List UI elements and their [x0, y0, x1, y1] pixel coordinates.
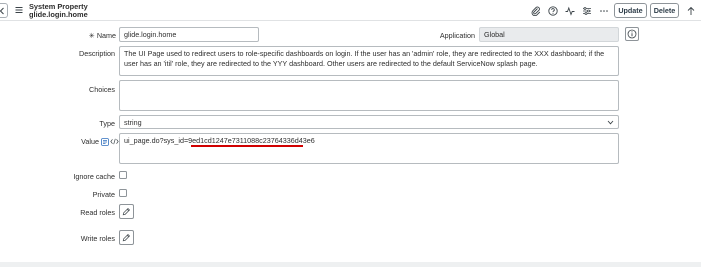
spellcheck-underline: [191, 145, 303, 147]
name-input[interactable]: glide.login.home: [119, 27, 259, 42]
application-label: Application: [439, 31, 475, 40]
choices-label: Choices: [89, 85, 115, 94]
back-button[interactable]: [0, 3, 8, 18]
pencil-icon: [122, 234, 130, 242]
field-variable-icon[interactable]: [100, 137, 109, 146]
write-roles-edit-button[interactable]: [119, 230, 134, 245]
ignore-cache-label: Ignore cache: [73, 172, 115, 181]
type-select[interactable]: string: [119, 115, 619, 129]
info-button[interactable]: [625, 27, 639, 41]
chevron-left-icon: [0, 7, 4, 14]
choices-textarea[interactable]: [119, 80, 619, 111]
settings-sliders-icon[interactable]: [581, 5, 592, 16]
help-icon[interactable]: [547, 5, 558, 16]
application-field: Global: [479, 27, 619, 42]
name-label-wrapper: ✳ Name: [86, 31, 116, 40]
delete-button[interactable]: Delete: [650, 3, 679, 18]
name-label: Name: [96, 31, 116, 40]
paperclip-icon[interactable]: [530, 5, 541, 16]
required-icon: ✳: [88, 31, 95, 40]
write-roles-label: Write roles: [80, 234, 115, 243]
description-label: Description: [79, 49, 115, 58]
type-selected-value: string: [124, 117, 142, 127]
value-label: Value: [81, 137, 99, 146]
value-textarea[interactable]: ui_page.do?sys_id=9ed1cd1247e7311088c237…: [119, 133, 619, 164]
read-roles-label: Read roles: [80, 208, 115, 217]
footer-band: [0, 262, 701, 267]
pencil-icon: [122, 208, 130, 216]
ignore-cache-checkbox[interactable]: [119, 171, 127, 179]
description-textarea[interactable]: The UI Page used to redirect users to ro…: [119, 46, 619, 76]
read-roles-edit-button[interactable]: [119, 204, 134, 219]
code-icon[interactable]: [110, 138, 119, 145]
arrow-up-icon[interactable]: [685, 5, 696, 16]
more-icon[interactable]: [598, 5, 609, 16]
form-header: System Property glide.login.home Update …: [0, 0, 701, 21]
chevron-down-icon: [607, 120, 614, 124]
value-label-wrapper: Value: [70, 137, 119, 146]
activity-icon[interactable]: [564, 5, 575, 16]
form-title: System Property glide.login.home: [29, 3, 88, 19]
type-label: Type: [99, 119, 115, 128]
record-name-title: glide.login.home: [29, 10, 88, 19]
info-icon: [627, 29, 637, 39]
private-checkbox[interactable]: [119, 189, 127, 197]
private-label: Private: [92, 190, 115, 199]
hamburger-menu-icon[interactable]: [15, 6, 23, 14]
update-button[interactable]: Update: [614, 3, 647, 18]
